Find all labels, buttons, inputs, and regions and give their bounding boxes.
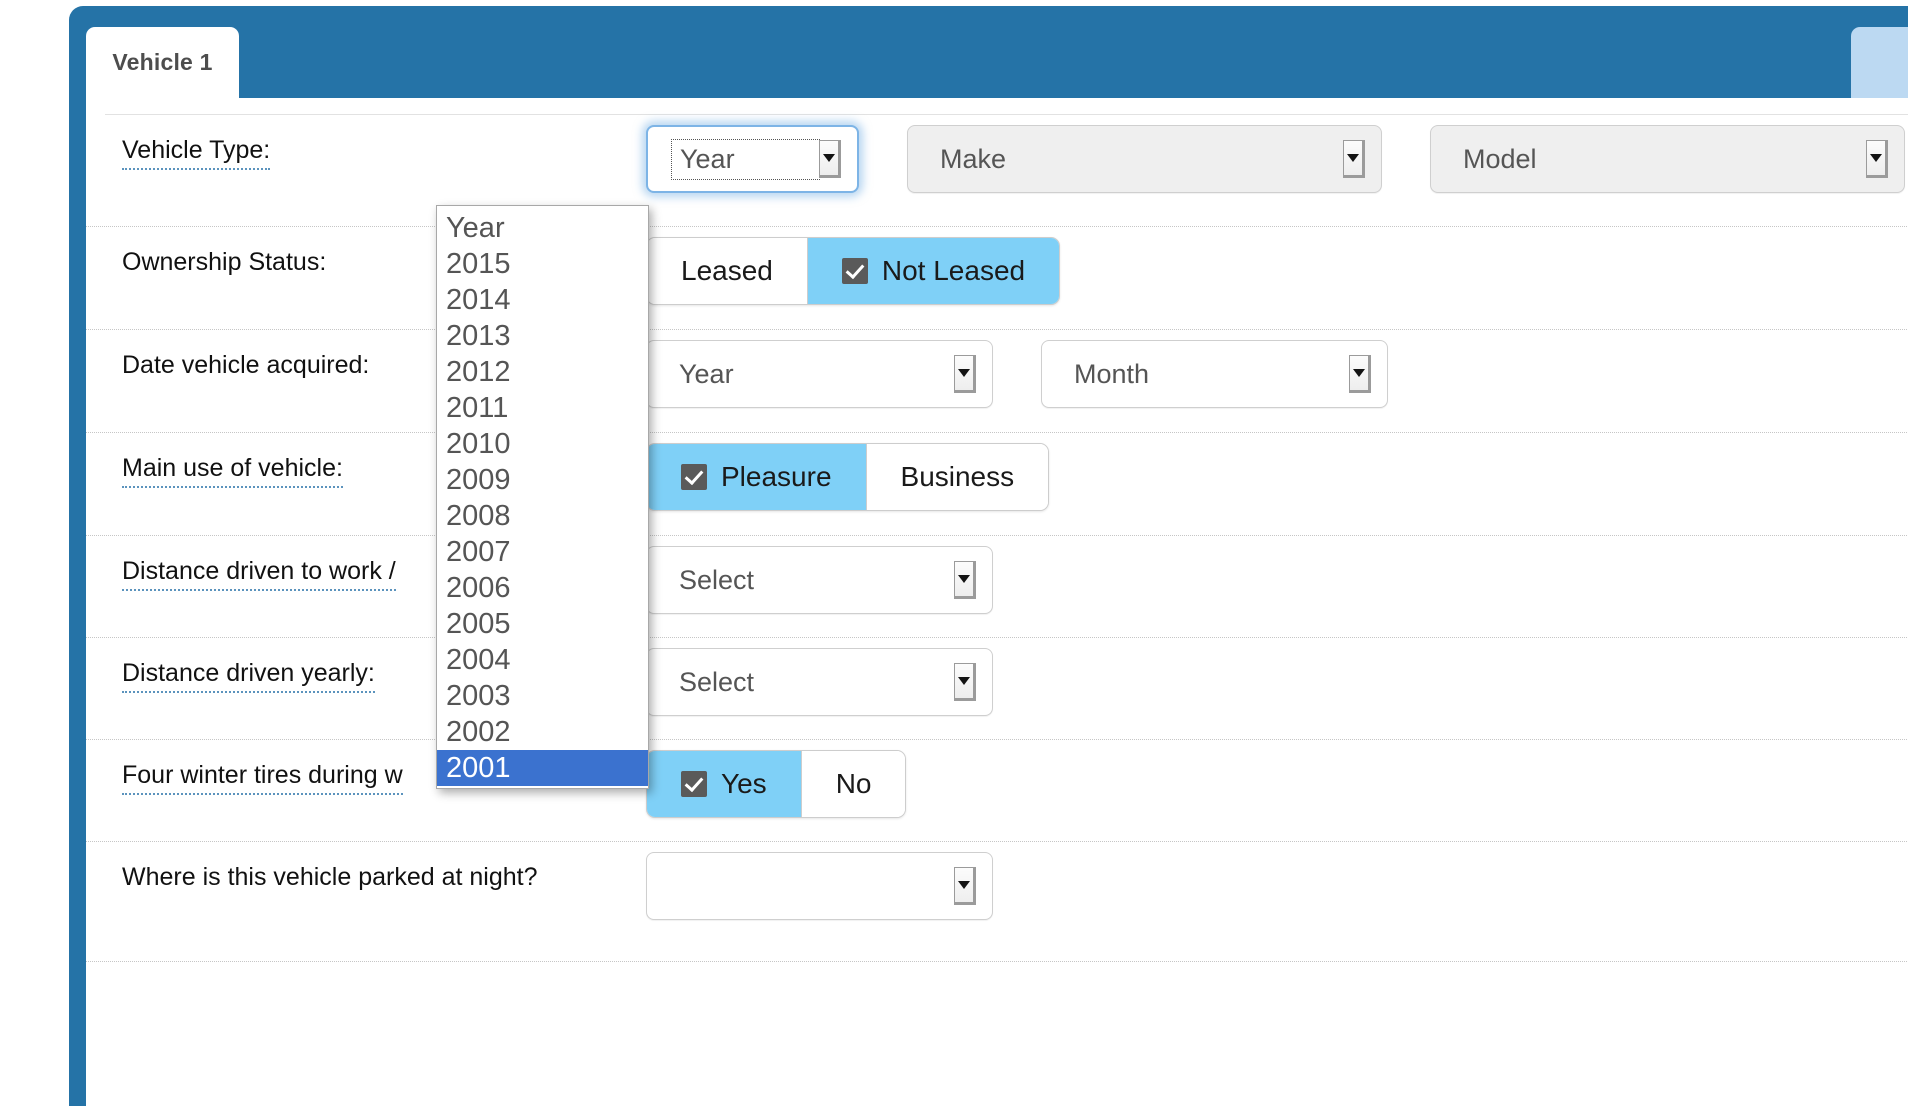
ownership-status-toggle-option-0-label: Leased <box>681 255 773 286</box>
chevron-down-icon[interactable] <box>1343 140 1365 178</box>
acquired-month-select[interactable]: Month <box>1041 340 1388 408</box>
row-fields: Select <box>646 648 993 716</box>
tab-strip: Vehicle 1 <box>69 6 1908 98</box>
chevron-down-icon[interactable] <box>819 140 841 178</box>
dropdown-option[interactable]: 2001 <box>437 750 648 786</box>
acquired-year-select[interactable]: Year <box>646 340 993 408</box>
winter-tires-toggle-option-1[interactable]: No <box>800 751 906 817</box>
form-row: Ownership Status: Leased Not Leased <box>86 227 1908 330</box>
row-fields <box>646 852 993 920</box>
winter-tires-toggle-option-1-label: No <box>835 768 872 799</box>
row-label: Distance driven yearly: <box>122 659 375 693</box>
distance-to-work-select-value: Select <box>679 564 755 595</box>
row-fields: Yes No <box>646 750 907 818</box>
row-fields: Leased Not Leased <box>646 237 1061 305</box>
winter-tires-toggle: Yes No <box>646 750 907 818</box>
tab-vehicle-1[interactable]: Vehicle 1 <box>86 27 239 98</box>
ownership-status-toggle-option-1-label: Not Leased <box>881 255 1026 286</box>
chevron-down-icon[interactable] <box>1866 140 1888 178</box>
form-row: Date vehicle acquired: Year Month <box>86 330 1908 433</box>
ownership-status-toggle-option-0[interactable]: Leased <box>647 238 807 304</box>
main-use-toggle-option-1[interactable]: Business <box>865 444 1049 510</box>
vehicle-model-select[interactable]: Model <box>1430 125 1905 193</box>
row-label: Distance driven to work / <box>122 557 396 591</box>
vehicle-year-select[interactable]: Year <box>646 125 859 193</box>
dropdown-option[interactable]: 2015 <box>437 246 648 282</box>
distance-yearly-select-value: Select <box>679 666 755 697</box>
ownership-status-toggle: Leased Not Leased <box>646 237 1061 305</box>
vehicle-make-select-value: Make <box>940 143 1007 174</box>
row-label: Four winter tires during w <box>122 761 403 795</box>
chevron-down-icon[interactable] <box>954 663 976 701</box>
row-label: Main use of vehicle: <box>122 454 343 488</box>
acquired-month-select-value: Month <box>1074 358 1150 389</box>
winter-tires-toggle-option-0[interactable]: Yes <box>647 751 801 817</box>
dropdown-option[interactable]: 2005 <box>437 606 648 642</box>
chevron-down-icon[interactable] <box>1349 355 1371 393</box>
acquired-year-select-value: Year <box>679 358 734 389</box>
row-label: Vehicle Type: <box>122 136 271 170</box>
form-row: Distance driven to work / Select <box>86 536 1908 638</box>
form-row-list: Vehicle Type: Year Make Model Ownership Stat… <box>86 115 1908 962</box>
main-use-toggle-option-1-label: Business <box>900 461 1015 492</box>
row-fields: Select <box>646 546 993 614</box>
ownership-status-toggle-option-1[interactable]: Not Leased <box>806 238 1060 304</box>
dropdown-option[interactable]: 2004 <box>437 642 648 678</box>
dropdown-option[interactable]: 2002 <box>437 714 648 750</box>
checkbox-checked-icon <box>841 258 868 284</box>
row-label: Date vehicle acquired: <box>122 351 370 379</box>
checkbox-checked-icon <box>681 464 707 490</box>
vehicle-make-select[interactable]: Make <box>907 125 1382 193</box>
dropdown-option[interactable]: 2011 <box>437 390 648 426</box>
vehicle-model-select-value: Model <box>1463 143 1537 174</box>
form-row: Where is this vehicle parked at night? <box>86 842 1908 962</box>
vehicle-year-select-value: Year <box>671 138 820 180</box>
dropdown-option[interactable]: 2008 <box>437 498 648 534</box>
checkbox-checked-icon <box>681 771 707 797</box>
row-label: Where is this vehicle parked at night? <box>122 863 538 891</box>
application-shell: Vehicle 1 Vehicle Type: Year Make Model Owne… <box>69 6 1908 1108</box>
form-row: Four winter tires during w Yes No <box>86 740 1908 842</box>
main-use-toggle: Pleasure Business <box>646 443 1050 511</box>
year-dropdown-list[interactable]: Year 2015 2014 2013 2012 2011 2010 2009 2008 2007… <box>436 205 649 789</box>
dropdown-option[interactable]: Year <box>437 210 648 246</box>
row-fields: Year Month <box>646 340 1388 408</box>
chevron-down-icon[interactable] <box>954 867 976 905</box>
form-panel: Vehicle Type: Year Make Model Ownership Stat… <box>86 98 1908 1108</box>
dropdown-option[interactable]: 2010 <box>437 426 648 462</box>
form-row: Distance driven yearly: Select <box>86 638 1908 740</box>
row-fields: Year Make Model <box>646 125 1905 193</box>
dropdown-option[interactable]: 2014 <box>437 282 648 318</box>
dropdown-option[interactable]: 2009 <box>437 462 648 498</box>
row-label: Ownership Status: <box>122 248 327 276</box>
main-use-toggle-option-0-label: Pleasure <box>721 461 832 492</box>
distance-yearly-select[interactable]: Select <box>646 648 993 716</box>
form-row: Vehicle Type: Year Make Model <box>86 115 1908 227</box>
tab-vehicle-1-label: Vehicle 1 <box>112 49 213 75</box>
chevron-down-icon[interactable] <box>954 355 976 393</box>
dropdown-option[interactable]: 2006 <box>437 570 648 606</box>
parking-location-select[interactable] <box>646 852 993 920</box>
dropdown-option[interactable]: 2003 <box>437 678 648 714</box>
row-fields: Pleasure Business <box>646 443 1050 511</box>
dropdown-option[interactable]: 2007 <box>437 534 648 570</box>
dropdown-option[interactable]: 2013 <box>437 318 648 354</box>
dropdown-option[interactable]: 2012 <box>437 354 648 390</box>
form-row: Main use of vehicle: Pleasure Business <box>86 433 1908 536</box>
distance-to-work-select[interactable]: Select <box>646 546 993 614</box>
main-use-toggle-option-0[interactable]: Pleasure <box>647 444 866 510</box>
winter-tires-toggle-option-0-label: Yes <box>721 768 767 799</box>
tab-next-vehicle[interactable] <box>1851 27 1908 98</box>
chevron-down-icon[interactable] <box>954 561 976 599</box>
